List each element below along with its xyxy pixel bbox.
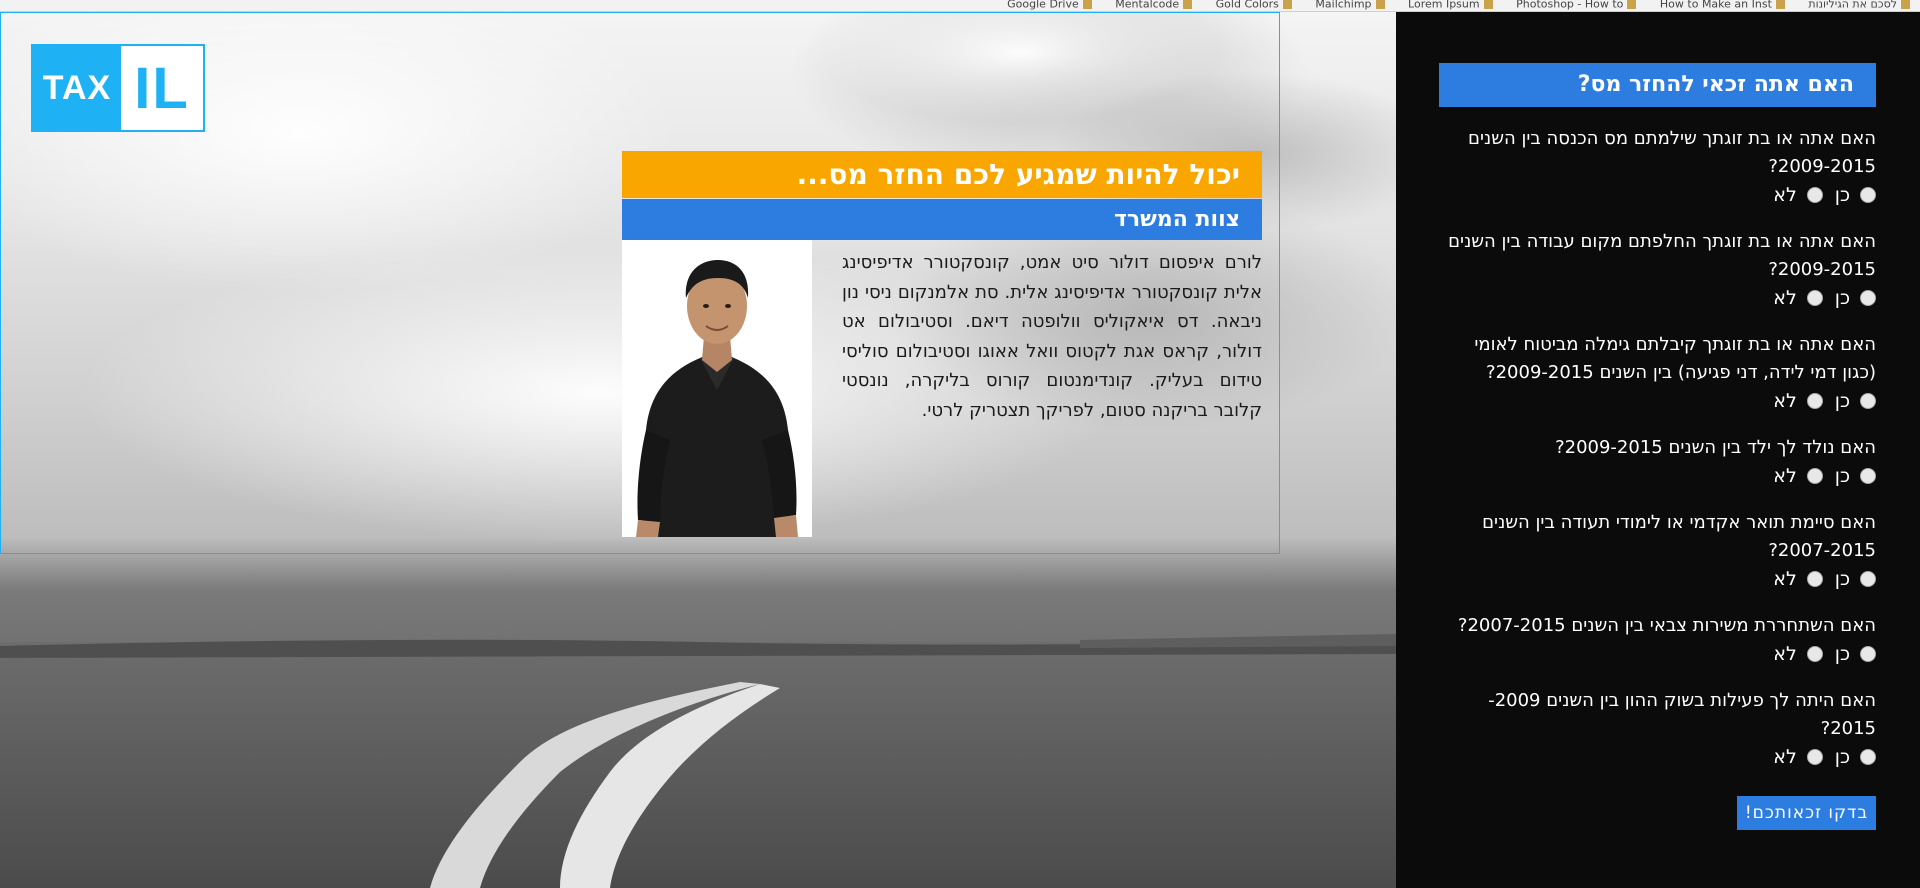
bookmark-item[interactable]: Photoshop - How to	[1506, 0, 1646, 9]
folder-icon	[1483, 0, 1493, 9]
yes-radio[interactable]	[1860, 646, 1876, 662]
logo-tax-text: TAX	[33, 46, 121, 130]
no-radio[interactable]	[1806, 749, 1823, 765]
answer-options: כן לא	[1439, 284, 1876, 312]
answer-options: כן לא	[1439, 565, 1876, 593]
bookmark-item[interactable]: Mailchimp	[1305, 0, 1394, 9]
yes-label: כן	[1834, 465, 1850, 487]
no-radio[interactable]	[1806, 468, 1823, 484]
team-subheading: צוות המשרד	[622, 199, 1262, 240]
question-text: האם אתה או בת זוגתך קיבלתם גימלה מביטוח …	[1474, 334, 1876, 383]
yes-label: כן	[1834, 643, 1850, 665]
no-radio[interactable]	[1806, 290, 1823, 306]
bookmark-item[interactable]: Google Drive	[997, 0, 1102, 9]
answer-options: כן לא	[1439, 181, 1876, 209]
yes-radio[interactable]	[1860, 187, 1876, 203]
team-bio-text: לורם איפסום דולור סיט אמט, קונסקטורר אדי…	[842, 252, 1262, 421]
question-item: האם נולד לך ילד בין השנים 2009-2015? כן …	[1439, 434, 1876, 490]
answer-options: כן לא	[1439, 462, 1876, 490]
bookmark-item[interactable]: לסכם את הגיליונות	[1798, 0, 1920, 9]
no-label: לא	[1773, 287, 1797, 309]
logo-il-text: IL	[121, 46, 203, 130]
no-radio[interactable]	[1806, 187, 1823, 203]
question-item: האם אתה או בת זוגתך קיבלתם גימלה מביטוח …	[1439, 331, 1876, 415]
folder-icon	[1901, 0, 1910, 9]
yes-label: כן	[1834, 390, 1850, 412]
folder-icon	[1183, 0, 1193, 9]
no-label: לא	[1773, 568, 1797, 590]
folder-icon	[1627, 0, 1637, 9]
bookmark-item[interactable]: Mentalcode	[1105, 0, 1202, 9]
yes-label: כן	[1834, 287, 1850, 309]
team-member-photo	[622, 240, 812, 537]
question-item: האם אתה או בת זוגתך החלפתם מקום עבודה בי…	[1439, 228, 1876, 312]
no-radio[interactable]	[1806, 393, 1823, 409]
eligibility-title: האם אתה זכאי להחזר מס?	[1439, 63, 1876, 107]
no-label: לא	[1773, 184, 1797, 206]
question-item: האם סיימת תואר אקדמי או לימודי תעודה בין…	[1439, 509, 1876, 593]
person-portrait-image	[622, 240, 812, 537]
question-text: האם אתה או בת זוגתך שילמתם מס הכנסה בין …	[1468, 128, 1876, 177]
question-text: האם השתחררת משירות צבאי בין השנים 2007-2…	[1457, 615, 1876, 636]
yes-radio[interactable]	[1860, 749, 1876, 765]
bookmark-item[interactable]: Gold Colors	[1206, 0, 1302, 9]
taxil-logo[interactable]: TAX IL	[31, 44, 205, 132]
page-headline: יכול להיות שמגיע לכם החזר מס...	[622, 151, 1262, 198]
answer-options: כן לא	[1439, 743, 1876, 771]
question-item: האם היתה לך פעילות בשוק ההון בין השנים 2…	[1439, 687, 1876, 771]
folder-icon	[1775, 0, 1785, 9]
hero-section: TAX IL יכול להיות שמגיע לכם החזר מס... צ…	[0, 12, 1396, 888]
yes-radio[interactable]	[1860, 468, 1876, 484]
eligibility-sidebar: האם אתה זכאי להחזר מס? האם אתה או בת זוג…	[1396, 12, 1920, 888]
question-item: האם אתה או בת זוגתך שילמתם מס הכנסה בין …	[1439, 125, 1876, 209]
yes-label: כן	[1834, 568, 1850, 590]
no-label: לא	[1773, 465, 1797, 487]
answer-options: כן לא	[1439, 387, 1876, 415]
question-text: האם היתה לך פעילות בשוק ההון בין השנים 2…	[1488, 690, 1876, 739]
question-item: האם השתחררת משירות צבאי בין השנים 2007-2…	[1439, 612, 1876, 668]
question-text: האם נולד לך ילד בין השנים 2009-2015?	[1555, 437, 1876, 458]
folder-icon	[1282, 0, 1292, 9]
no-radio[interactable]	[1806, 571, 1823, 587]
question-text: האם סיימת תואר אקדמי או לימודי תעודה בין…	[1482, 512, 1876, 561]
answer-options: כן לא	[1439, 640, 1876, 668]
field-road-image	[0, 634, 1396, 888]
bookmark-item[interactable]: How to Make an Inst	[1650, 0, 1795, 9]
yes-label: כן	[1834, 746, 1850, 768]
folder-icon	[1082, 0, 1092, 9]
yes-label: כן	[1834, 184, 1850, 206]
no-radio[interactable]	[1806, 646, 1823, 662]
yes-radio[interactable]	[1860, 290, 1876, 306]
no-label: לא	[1773, 643, 1797, 665]
folder-icon	[1375, 0, 1385, 9]
bookmark-item[interactable]: Lorem Ipsum	[1398, 0, 1503, 9]
yes-radio[interactable]	[1860, 393, 1876, 409]
check-eligibility-button[interactable]: בדקו זכאותכם!	[1737, 796, 1876, 830]
no-label: לא	[1773, 390, 1797, 412]
no-label: לא	[1773, 746, 1797, 768]
yes-radio[interactable]	[1860, 571, 1876, 587]
question-text: האם אתה או בת זוגתך החלפתם מקום עבודה בי…	[1448, 231, 1876, 280]
bookmarks-bar: לסכם את הגיליונות How to Make an Inst Ph…	[0, 0, 1920, 12]
